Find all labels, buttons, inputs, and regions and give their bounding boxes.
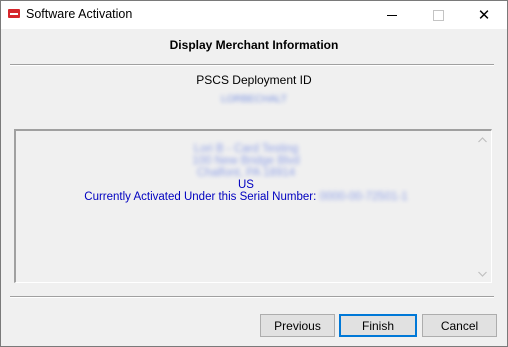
app-icon — [8, 9, 20, 18]
merchant-city-state-zip: Chalfont, PA 18914 — [196, 167, 296, 179]
window-title: Software Activation — [26, 7, 133, 21]
scroll-up-icon[interactable] — [474, 131, 491, 148]
cancel-button[interactable]: Cancel — [422, 314, 497, 337]
footer-divider — [10, 296, 494, 298]
merchant-info-text: Lori B - Card Testing 100 New Bridge Blv… — [16, 143, 476, 203]
scroll-down-icon[interactable] — [474, 265, 491, 282]
merchant-country: US — [238, 179, 254, 191]
previous-button[interactable]: Previous — [260, 314, 335, 337]
vertical-scrollbar[interactable] — [474, 131, 491, 282]
title-bar: Software Activation ✕ — [1, 1, 507, 29]
merchant-info-box[interactable]: Lori B - Card Testing 100 New Bridge Blv… — [14, 129, 492, 283]
serial-number-label: Currently Activated Under this Serial Nu… — [84, 191, 317, 203]
merchant-name: Lori B - Card Testing — [193, 143, 299, 155]
header-panel: Display Merchant Information — [1, 29, 507, 59]
maximize-icon — [432, 9, 444, 21]
header-divider — [10, 64, 494, 66]
software-activation-window: Software Activation ✕ Display Merchant I… — [0, 0, 508, 347]
deployment-id-label: PSCS Deployment ID — [196, 73, 312, 87]
page-title: Display Merchant Information — [169, 38, 339, 52]
serial-number-line: Currently Activated Under this Serial Nu… — [16, 191, 476, 203]
merchant-address: 100 New Bridge Blvd — [192, 155, 300, 167]
deployment-id-value: LORBECHALT — [221, 94, 287, 105]
finish-button[interactable]: Finish — [339, 314, 417, 337]
close-button[interactable]: ✕ — [461, 1, 507, 29]
minimize-icon — [387, 14, 397, 16]
close-icon: ✕ — [477, 6, 491, 24]
minimize-button[interactable] — [369, 1, 415, 29]
serial-number-value: 0000-00-72501-1 — [319, 191, 408, 203]
maximize-button[interactable] — [415, 1, 461, 29]
